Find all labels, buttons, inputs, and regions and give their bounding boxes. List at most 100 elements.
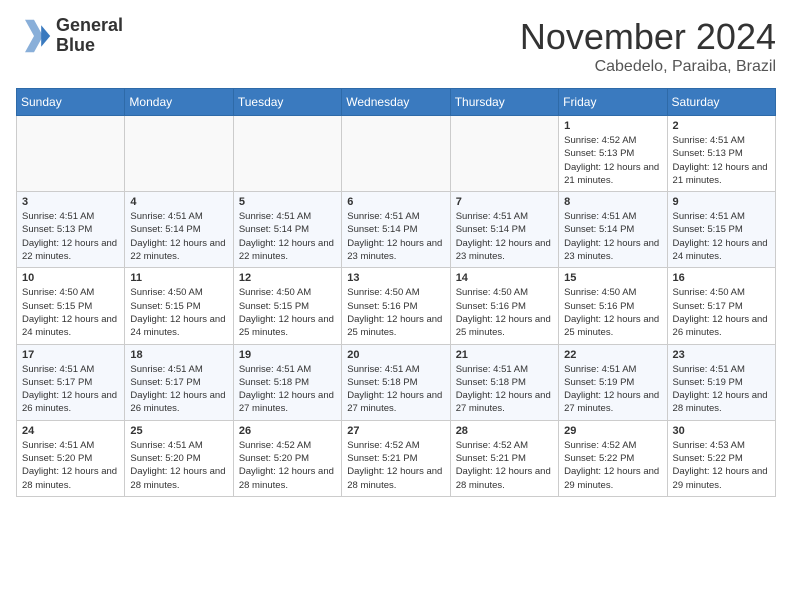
- calendar-day: 2 Sunrise: 4:51 AM Sunset: 5:13 PM Daylig…: [667, 116, 775, 192]
- day-number: 20: [347, 349, 444, 361]
- day-number: 19: [239, 349, 336, 361]
- calendar-day: 1Sunrise: 4:52 AM Sunset: 5:13 PM Daylig…: [559, 116, 667, 192]
- calendar-day: [342, 116, 450, 192]
- day-number: 14: [456, 272, 553, 284]
- day-info: Sunrise: 4:51 AM Sunset: 5:14 PM Dayligh…: [564, 210, 661, 263]
- calendar-table: SundayMondayTuesdayWednesdayThursdayFrid…: [16, 88, 776, 497]
- calendar-day: 18 Sunrise: 4:51 AM Sunset: 5:17 PM Dayli…: [125, 344, 233, 420]
- calendar-day: 5Sunrise: 4:51 AM Sunset: 5:14 PM Daylig…: [233, 192, 341, 268]
- day-number: 28: [456, 425, 553, 437]
- weekday-header-saturday: Saturday: [667, 89, 775, 116]
- day-number: 10: [22, 272, 119, 284]
- day-number: 3: [22, 196, 119, 208]
- day-number: 27: [347, 425, 444, 437]
- calendar-day: 29 Sunrise: 4:52 AM Sunset: 5:22 PM Dayli…: [559, 420, 667, 496]
- day-info: Sunrise: 4:51 AM Sunset: 5:18 PM Dayligh…: [347, 363, 444, 416]
- month-title: November 2024: [520, 16, 776, 58]
- day-number: 6: [347, 196, 444, 208]
- calendar-day: [17, 116, 125, 192]
- logo: General Blue: [16, 16, 123, 56]
- day-number: 1: [564, 120, 661, 132]
- day-number: 5: [239, 196, 336, 208]
- day-number: 30: [673, 425, 770, 437]
- calendar-week-2: 3 Sunrise: 4:51 AM Sunset: 5:13 PM Daylig…: [17, 192, 776, 268]
- weekday-header-tuesday: Tuesday: [233, 89, 341, 116]
- day-number: 26: [239, 425, 336, 437]
- calendar-day: 28 Sunrise: 4:52 AM Sunset: 5:21 PM Dayli…: [450, 420, 558, 496]
- calendar-day: 10 Sunrise: 4:50 AM Sunset: 5:15 PM Dayli…: [17, 268, 125, 344]
- day-info: Sunrise: 4:51 AM Sunset: 5:14 PM Dayligh…: [456, 210, 553, 263]
- calendar-day: 30 Sunrise: 4:53 AM Sunset: 5:22 PM Dayli…: [667, 420, 775, 496]
- day-info: Sunrise: 4:51 AM Sunset: 5:19 PM Dayligh…: [673, 363, 770, 416]
- logo-icon: [16, 18, 52, 54]
- day-info: Sunrise: 4:51 AM Sunset: 5:18 PM Dayligh…: [456, 363, 553, 416]
- calendar-day: 7 Sunrise: 4:51 AM Sunset: 5:14 PM Daylig…: [450, 192, 558, 268]
- calendar-day: 24 Sunrise: 4:51 AM Sunset: 5:20 PM Dayli…: [17, 420, 125, 496]
- calendar-day: 13 Sunrise: 4:50 AM Sunset: 5:16 PM Dayli…: [342, 268, 450, 344]
- day-info: Sunrise: 4:51 AM Sunset: 5:17 PM Dayligh…: [22, 363, 119, 416]
- day-info: Sunrise: 4:50 AM Sunset: 5:15 PM Dayligh…: [130, 286, 227, 339]
- day-number: 24: [22, 425, 119, 437]
- calendar-day: 8 Sunrise: 4:51 AM Sunset: 5:14 PM Daylig…: [559, 192, 667, 268]
- calendar-day: 4 Sunrise: 4:51 AM Sunset: 5:14 PM Daylig…: [125, 192, 233, 268]
- day-info: Sunrise: 4:51 AM Sunset: 5:14 PM Dayligh…: [347, 210, 444, 263]
- location: Cabedelo, Paraiba, Brazil: [520, 58, 776, 76]
- day-info: Sunrise: 4:51 AM Sunset: 5:17 PM Dayligh…: [130, 363, 227, 416]
- day-info: Sunrise: 4:50 AM Sunset: 5:15 PM Dayligh…: [239, 286, 336, 339]
- calendar-day: 12 Sunrise: 4:50 AM Sunset: 5:15 PM Dayli…: [233, 268, 341, 344]
- calendar-week-1: 1Sunrise: 4:52 AM Sunset: 5:13 PM Daylig…: [17, 116, 776, 192]
- day-number: 2: [673, 120, 770, 132]
- day-number: 8: [564, 196, 661, 208]
- day-number: 9: [673, 196, 770, 208]
- day-number: 16: [673, 272, 770, 284]
- day-info: Sunrise: 4:52 AM Sunset: 5:22 PM Dayligh…: [564, 439, 661, 492]
- day-info: Sunrise: 4:51 AM Sunset: 5:14 PM Dayligh…: [130, 210, 227, 263]
- page-header: General Blue November 2024 Cabedelo, Par…: [16, 16, 776, 76]
- day-info: Sunrise: 4:52 AM Sunset: 5:21 PM Dayligh…: [456, 439, 553, 492]
- logo-text: General Blue: [56, 16, 123, 56]
- calendar-day: 6 Sunrise: 4:51 AM Sunset: 5:14 PM Daylig…: [342, 192, 450, 268]
- day-info: Sunrise: 4:52 AM Sunset: 5:20 PM Dayligh…: [239, 439, 336, 492]
- weekday-header-monday: Monday: [125, 89, 233, 116]
- calendar-day: 16 Sunrise: 4:50 AM Sunset: 5:17 PM Dayli…: [667, 268, 775, 344]
- calendar-day: [450, 116, 558, 192]
- day-number: 12: [239, 272, 336, 284]
- day-info: Sunrise: 4:53 AM Sunset: 5:22 PM Dayligh…: [673, 439, 770, 492]
- calendar-day: 21 Sunrise: 4:51 AM Sunset: 5:18 PM Dayli…: [450, 344, 558, 420]
- day-number: 25: [130, 425, 227, 437]
- weekday-header-sunday: Sunday: [17, 89, 125, 116]
- day-number: 7: [456, 196, 553, 208]
- calendar-day: 19Sunrise: 4:51 AM Sunset: 5:18 PM Dayli…: [233, 344, 341, 420]
- calendar-day: 9 Sunrise: 4:51 AM Sunset: 5:15 PM Daylig…: [667, 192, 775, 268]
- day-info: Sunrise: 4:50 AM Sunset: 5:16 PM Dayligh…: [564, 286, 661, 339]
- calendar-day: 25 Sunrise: 4:51 AM Sunset: 5:20 PM Dayli…: [125, 420, 233, 496]
- day-info: Sunrise: 4:51 AM Sunset: 5:13 PM Dayligh…: [673, 134, 770, 187]
- calendar-day: 26 Sunrise: 4:52 AM Sunset: 5:20 PM Dayli…: [233, 420, 341, 496]
- day-info: Sunrise: 4:52 AM Sunset: 5:21 PM Dayligh…: [347, 439, 444, 492]
- day-number: 29: [564, 425, 661, 437]
- day-info: Sunrise: 4:51 AM Sunset: 5:15 PM Dayligh…: [673, 210, 770, 263]
- calendar-day: [233, 116, 341, 192]
- calendar-day: 17 Sunrise: 4:51 AM Sunset: 5:17 PM Dayli…: [17, 344, 125, 420]
- day-info: Sunrise: 4:51 AM Sunset: 5:19 PM Dayligh…: [564, 363, 661, 416]
- day-info: Sunrise: 4:51 AM Sunset: 5:20 PM Dayligh…: [22, 439, 119, 492]
- day-info: Sunrise: 4:50 AM Sunset: 5:15 PM Dayligh…: [22, 286, 119, 339]
- calendar-day: 15Sunrise: 4:50 AM Sunset: 5:16 PM Dayli…: [559, 268, 667, 344]
- day-number: 23: [673, 349, 770, 361]
- weekday-header-friday: Friday: [559, 89, 667, 116]
- day-number: 18: [130, 349, 227, 361]
- day-number: 4: [130, 196, 227, 208]
- day-number: 21: [456, 349, 553, 361]
- weekday-header-row: SundayMondayTuesdayWednesdayThursdayFrid…: [17, 89, 776, 116]
- day-info: Sunrise: 4:50 AM Sunset: 5:16 PM Dayligh…: [347, 286, 444, 339]
- day-number: 17: [22, 349, 119, 361]
- calendar-day: 22Sunrise: 4:51 AM Sunset: 5:19 PM Dayli…: [559, 344, 667, 420]
- weekday-header-wednesday: Wednesday: [342, 89, 450, 116]
- calendar-week-5: 24 Sunrise: 4:51 AM Sunset: 5:20 PM Dayli…: [17, 420, 776, 496]
- day-info: Sunrise: 4:51 AM Sunset: 5:20 PM Dayligh…: [130, 439, 227, 492]
- day-number: 13: [347, 272, 444, 284]
- calendar-day: 11Sunrise: 4:50 AM Sunset: 5:15 PM Dayli…: [125, 268, 233, 344]
- day-info: Sunrise: 4:51 AM Sunset: 5:13 PM Dayligh…: [22, 210, 119, 263]
- calendar-day: 27 Sunrise: 4:52 AM Sunset: 5:21 PM Dayli…: [342, 420, 450, 496]
- day-info: Sunrise: 4:50 AM Sunset: 5:17 PM Dayligh…: [673, 286, 770, 339]
